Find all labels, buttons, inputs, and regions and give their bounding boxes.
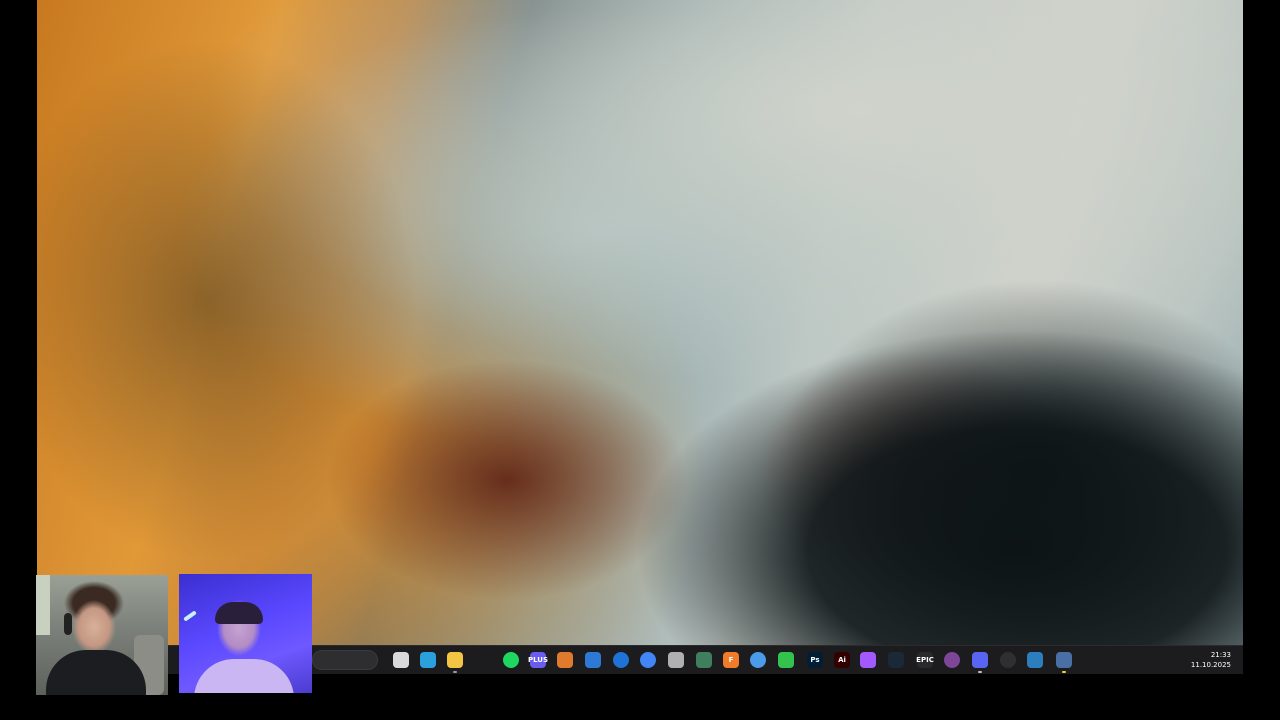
outlook-icon[interactable] bbox=[585, 652, 601, 668]
screen: PLUS F Ps Ai EPIC 21:33 11.10.2025 bbox=[0, 0, 1280, 720]
system-clock[interactable]: 21:33 11.10.2025 bbox=[1191, 650, 1231, 670]
running-indicator bbox=[1062, 671, 1066, 673]
pen-tool-icon[interactable] bbox=[668, 652, 684, 668]
f-app-icon-label: F bbox=[728, 655, 734, 664]
settings-ring-icon[interactable] bbox=[750, 652, 766, 668]
browser-shield-icon[interactable] bbox=[557, 652, 573, 668]
desktop-wallpaper bbox=[37, 0, 1243, 646]
telegram-icon[interactable] bbox=[420, 652, 436, 668]
photoshop-icon-label: Ps bbox=[810, 655, 820, 664]
plus-app-icon[interactable]: PLUS bbox=[527, 652, 549, 668]
running-indicator bbox=[978, 671, 982, 673]
game-launcher-icon[interactable] bbox=[696, 652, 712, 668]
plus-app-icon-label: PLUS bbox=[527, 655, 549, 664]
chrome-icon[interactable] bbox=[640, 652, 656, 668]
spotify-icon[interactable] bbox=[503, 652, 519, 668]
discord-icon[interactable] bbox=[972, 652, 988, 673]
f-app-icon[interactable]: F bbox=[723, 652, 739, 668]
task-view-icon[interactable] bbox=[393, 652, 409, 668]
headset bbox=[64, 613, 72, 635]
person-hair bbox=[215, 602, 263, 624]
clock-date: 11.10.2025 bbox=[1190, 661, 1231, 669]
search-box[interactable] bbox=[312, 650, 378, 670]
light-beam bbox=[183, 610, 197, 622]
epic-games-icon-label: EPIC bbox=[916, 655, 934, 664]
window-light bbox=[36, 575, 50, 635]
illustrator-icon-label: Ai bbox=[838, 655, 846, 664]
webcam-1 bbox=[36, 575, 168, 695]
file-explorer-icon[interactable] bbox=[447, 652, 463, 673]
wallpaper-shadow bbox=[637, 330, 1243, 646]
phone-app-icon[interactable] bbox=[778, 652, 794, 668]
figma-icon[interactable] bbox=[860, 652, 876, 668]
steam-icon[interactable] bbox=[888, 652, 904, 668]
person-body bbox=[194, 659, 294, 693]
tor-browser-icon[interactable] bbox=[944, 652, 960, 668]
running-indicator bbox=[453, 671, 457, 673]
cheat-engine-icon[interactable] bbox=[1056, 652, 1072, 673]
steam-icon-2[interactable] bbox=[1027, 652, 1043, 668]
photoshop-icon[interactable]: Ps bbox=[807, 652, 823, 668]
teamviewer-icon[interactable] bbox=[613, 652, 629, 668]
person-shirt bbox=[46, 650, 146, 695]
obs-icon[interactable] bbox=[1000, 652, 1016, 668]
webcam-2 bbox=[179, 574, 312, 693]
clock-time: 21:33 bbox=[1210, 651, 1231, 659]
illustrator-icon[interactable]: Ai bbox=[834, 652, 850, 668]
epic-games-icon[interactable]: EPIC bbox=[916, 652, 934, 668]
